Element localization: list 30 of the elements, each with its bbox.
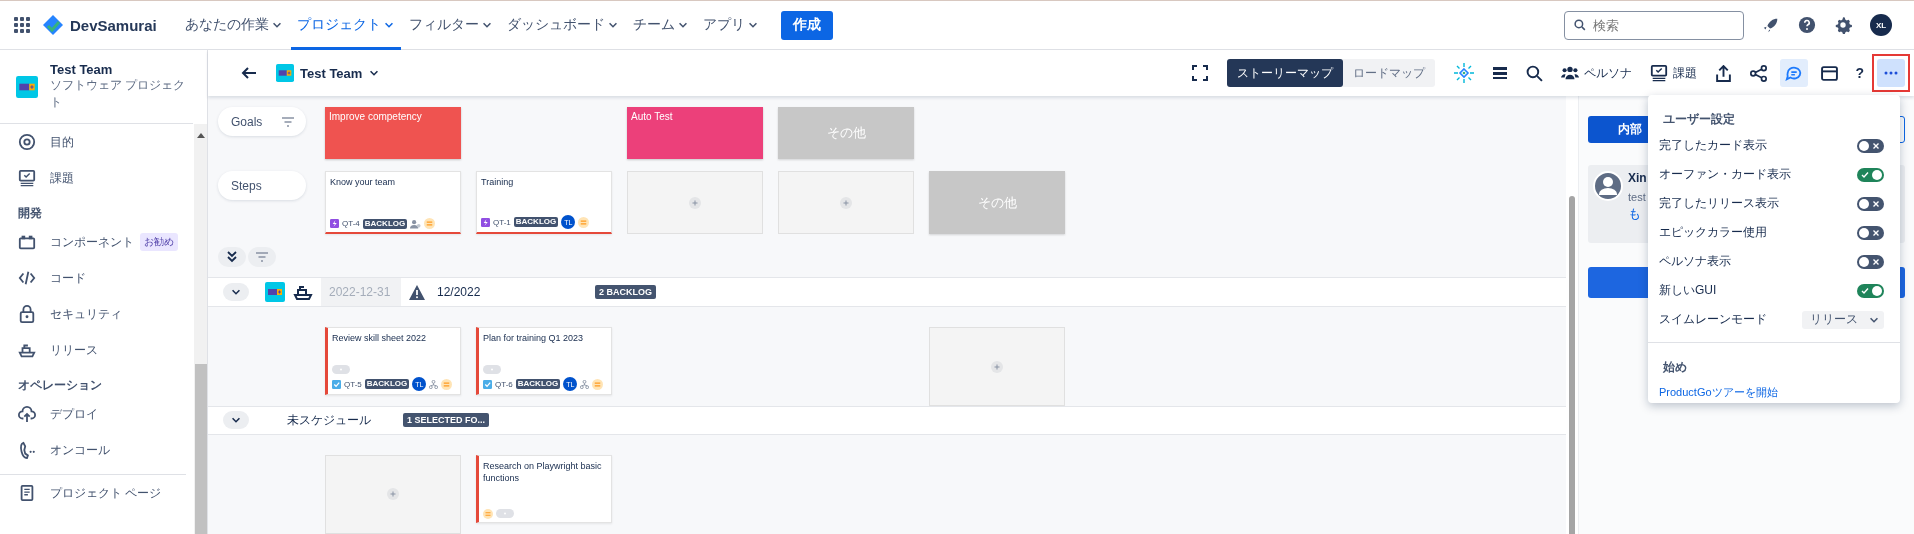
card-title: Training [481, 176, 515, 189]
status-badge: BACKLOG [513, 217, 559, 227]
menu-heading: ユーザー設定 [1662, 111, 1736, 128]
status-badge: BACKLOG [515, 379, 561, 389]
logo-text: DevSamurai [70, 16, 157, 34]
menu-heading: 始め [1662, 359, 1688, 376]
count-badge: 2 BACKLOG [595, 285, 656, 299]
comment-author: Xin [1628, 171, 1647, 185]
setting-label: オーファン・カード表示 [1659, 166, 1791, 183]
setting-label: スイムレーンモード [1659, 311, 1767, 328]
setting-label: 完了したカード表示 [1659, 137, 1767, 154]
setting-label: ペルソナ表示 [1659, 253, 1731, 270]
card-title: Plan for training Q1 2023 [483, 332, 585, 345]
count-badge: 1 SELECTED FO... [403, 413, 489, 428]
status-badge: BACKLOG [364, 379, 410, 389]
recommend-tag: お勧め [140, 233, 178, 251]
setting-label: 完了したリリース表示 [1659, 195, 1779, 212]
card-title: Review skill sheet 2022 [332, 332, 428, 345]
release-name: 12/2022 [437, 285, 482, 299]
lane-name: 未スケジュール [287, 412, 372, 429]
setting-label: エピックカラー使用 [1659, 224, 1767, 241]
status-badge: BACKLOG [362, 218, 408, 229]
card-title: Research on Playwright basic functions [483, 459, 603, 485]
section-heading: 開発 [18, 205, 43, 222]
section-heading: オペレーション [18, 377, 103, 394]
project-name: Test Team [50, 62, 114, 77]
project-type: ソフトウェア プロジェクト [50, 77, 187, 111]
comment-text: test [1628, 191, 1647, 203]
setting-label: 新しいGUI [1659, 282, 1717, 299]
card-title: Know your team [330, 176, 397, 189]
